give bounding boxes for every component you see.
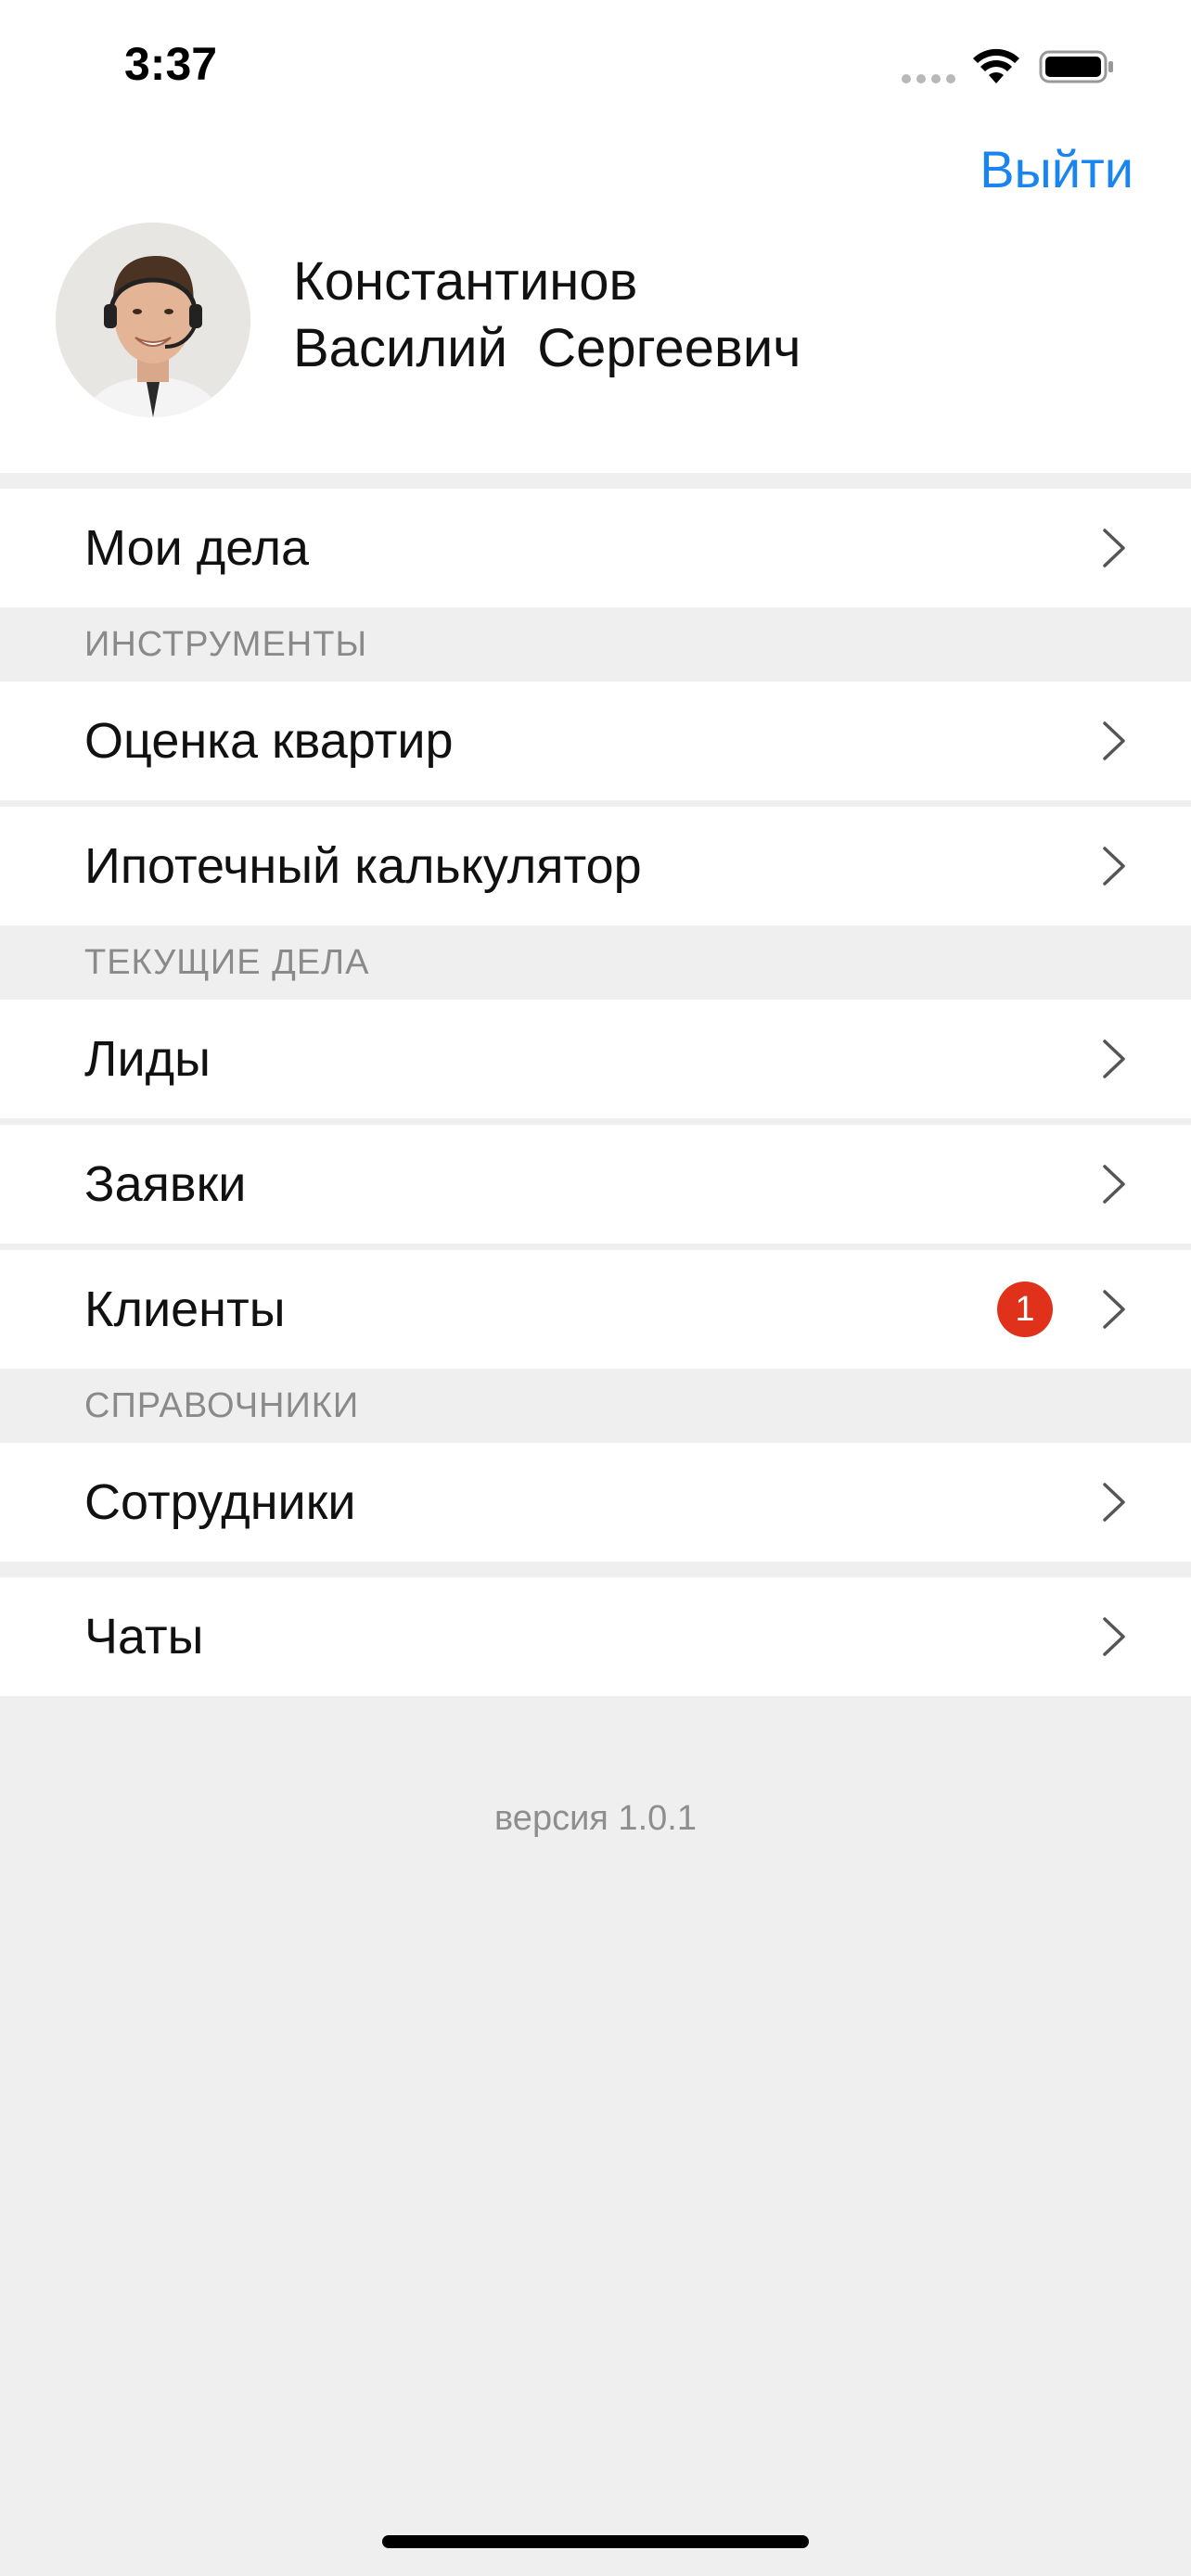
status-time: 3:37 [124,38,218,90]
menu-item-label: Мои дела [84,520,310,576]
menu-item-leads[interactable]: Лиды [0,1000,1191,1118]
chevron-right-icon [1103,1039,1125,1078]
menu-item-apartment-valuation[interactable]: Оценка квартир [0,682,1191,800]
menu-item-label: Сотрудники [84,1474,356,1530]
profile-name: Константинов Василий Сергеевич [293,249,800,382]
section-header-directories: СПРАВОЧНИКИ [0,1369,1191,1443]
separator [0,473,1191,489]
menu-item-label: Чаты [84,1609,204,1664]
chevron-right-icon [1103,1617,1125,1656]
menu-item-label: Ипотечный калькулятор [84,838,642,894]
avatar-photo [56,223,250,417]
menu-item-label: Оценка квартир [84,713,454,769]
app-screen: 3:37 Выйти Константинов Василий Сергееви… [0,0,1191,2576]
home-indicator[interactable] [382,2535,809,2548]
chevron-right-icon [1103,847,1125,886]
chevron-right-icon [1103,1483,1125,1522]
menu-item-employees[interactable]: Сотрудники [0,1443,1191,1562]
menu-item-label: Лиды [84,1031,211,1087]
row-divider [0,1243,1191,1250]
profile-header: Выйти Константинов Василий Сергеевич [0,130,1191,473]
chevron-right-icon [1103,1290,1125,1329]
chevron-right-icon [1103,529,1125,567]
menu-list: Мои дела ИНСТРУМЕНТЫ Оценка квартир Ипот… [0,473,1191,1696]
separator [0,1562,1191,1577]
section-header-label: СПРАВОЧНИКИ [84,1386,360,1425]
wifi-icon [973,48,1019,83]
status-bar: 3:37 [0,0,1191,130]
version-label: версия 1.0.1 [494,1799,697,1838]
menu-item-label: Заявки [84,1156,247,1212]
menu-item-label: Клиенты [84,1282,286,1337]
chevron-right-icon [1103,1165,1125,1204]
logout-button[interactable]: Выйти [980,139,1133,199]
row-divider [0,1118,1191,1125]
section-header-label: ТЕКУЩИЕ ДЕЛА [84,943,370,982]
menu-item-clients[interactable]: Клиенты 1 [0,1250,1191,1369]
signal-dots-icon [902,74,957,83]
chevron-right-icon [1103,721,1125,760]
row-divider [0,800,1191,807]
profile-name-line2: Василий Сергеевич [293,318,801,378]
menu-item-chats[interactable]: Чаты [0,1577,1191,1696]
profile-name-line1: Константинов [293,251,638,312]
section-header-tools: ИНСТРУМЕНТЫ [0,607,1191,682]
battery-icon [1039,50,1113,83]
menu-item-my-tasks[interactable]: Мои дела [0,489,1191,607]
menu-item-mortgage-calculator[interactable]: Ипотечный калькулятор [0,807,1191,925]
avatar [56,223,250,417]
menu-item-requests[interactable]: Заявки [0,1125,1191,1243]
section-header-label: ИНСТРУМЕНТЫ [84,625,368,664]
section-header-current: ТЕКУЩИЕ ДЕЛА [0,925,1191,1000]
notification-badge: 1 [997,1282,1053,1337]
